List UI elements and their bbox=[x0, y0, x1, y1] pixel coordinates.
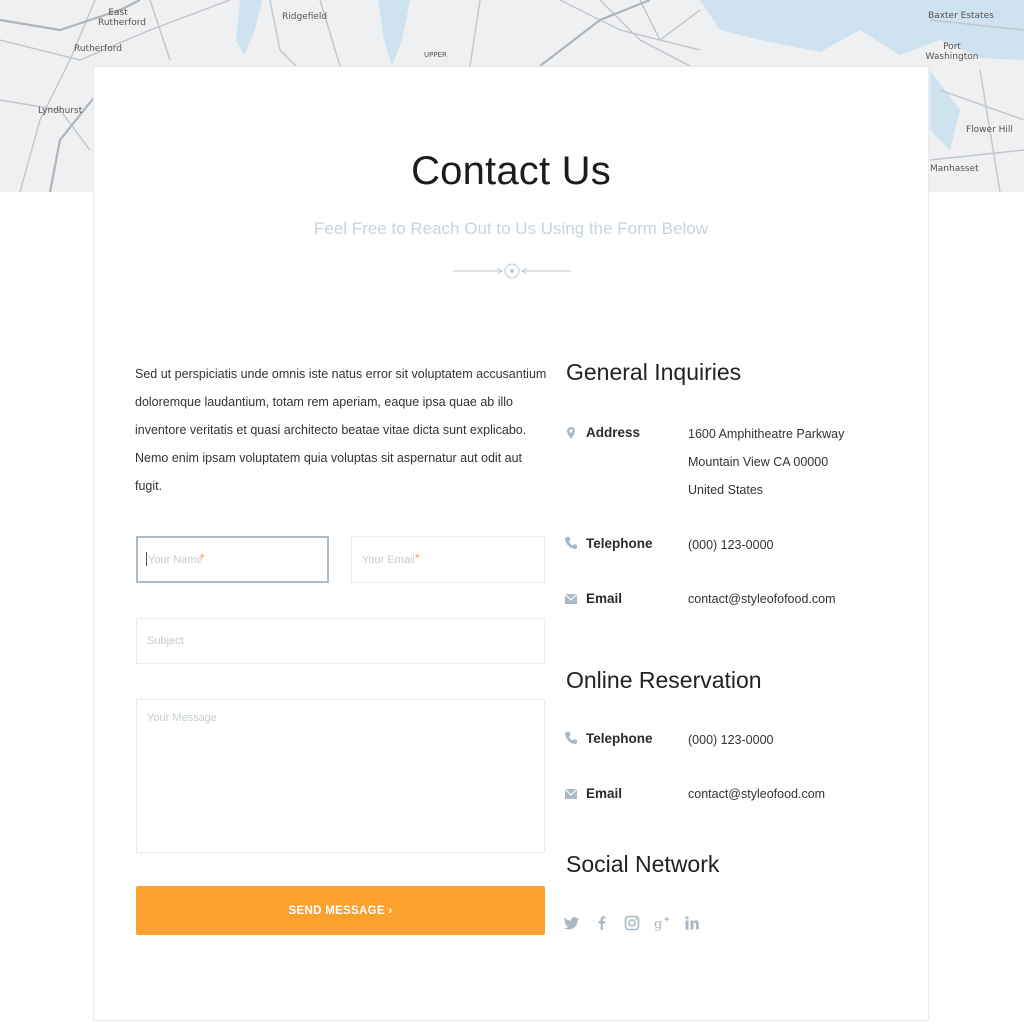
twitter-icon[interactable] bbox=[564, 915, 580, 931]
page-title: Contact Us bbox=[411, 149, 611, 193]
address-line: United States bbox=[688, 483, 764, 497]
address-line: Mountain View CA 00000 bbox=[688, 455, 829, 469]
telephone-value[interactable]: (000) 123-0000 bbox=[688, 726, 773, 754]
email-label: Email bbox=[586, 786, 623, 801]
map-label: Baxter Estates bbox=[928, 11, 994, 21]
required-marker: * bbox=[415, 551, 420, 565]
telephone-label: Telephone bbox=[586, 731, 653, 746]
contact-card: Contact Us Feel Free to Reach Out to Us … bbox=[93, 66, 929, 1021]
phone-icon bbox=[565, 732, 577, 744]
google-plus-icon[interactable]: g bbox=[654, 915, 670, 931]
map-pin-icon bbox=[567, 427, 575, 439]
page-subtitle: Feel Free to Reach Out to Us Using the F… bbox=[314, 219, 708, 238]
map-label: Manhasset bbox=[930, 164, 979, 174]
telephone-label: Telephone bbox=[586, 536, 653, 551]
message-textarea[interactable] bbox=[136, 699, 545, 853]
social-network-heading: Social Network bbox=[566, 851, 720, 877]
phone-icon bbox=[565, 537, 577, 549]
send-message-button[interactable]: SEND MESSAGE › bbox=[136, 886, 545, 935]
envelope-icon bbox=[564, 593, 578, 604]
address-label: Address bbox=[586, 425, 641, 440]
ornament-divider bbox=[453, 263, 571, 279]
instagram-icon[interactable] bbox=[624, 915, 640, 931]
svg-text:g: g bbox=[654, 917, 662, 931]
map-label: Ridgefield bbox=[282, 12, 328, 22]
facebook-icon[interactable] bbox=[594, 915, 610, 931]
map-label: Rutherford bbox=[74, 44, 122, 54]
map-label: East Rutherford bbox=[98, 8, 146, 28]
email-label: Email bbox=[586, 591, 623, 606]
text-caret bbox=[146, 552, 147, 566]
linkedin-icon[interactable] bbox=[684, 915, 700, 931]
required-marker: * bbox=[200, 551, 205, 565]
envelope-icon bbox=[564, 788, 578, 799]
map-label: Lyndhurst bbox=[38, 106, 83, 116]
map-label: Flower Hill bbox=[966, 125, 1013, 135]
email-value[interactable]: contact@styleofood.com bbox=[688, 780, 825, 808]
email-value[interactable]: contact@styleofofood.com bbox=[688, 585, 836, 613]
intro-paragraph: Sed ut perspiciatis unde omnis iste natu… bbox=[135, 367, 547, 493]
telephone-value[interactable]: (000) 123-0000 bbox=[688, 531, 773, 559]
map-label: Port Washington bbox=[925, 42, 979, 62]
general-inquiries-heading: General Inquiries bbox=[566, 359, 742, 385]
subject-input[interactable] bbox=[136, 618, 545, 664]
name-input[interactable] bbox=[136, 536, 329, 583]
address-line: 1600 Amphitheatre Parkway bbox=[688, 427, 845, 441]
map-label: UPPER bbox=[424, 51, 447, 59]
email-input[interactable] bbox=[351, 536, 545, 583]
online-reservation-heading: Online Reservation bbox=[566, 667, 762, 693]
